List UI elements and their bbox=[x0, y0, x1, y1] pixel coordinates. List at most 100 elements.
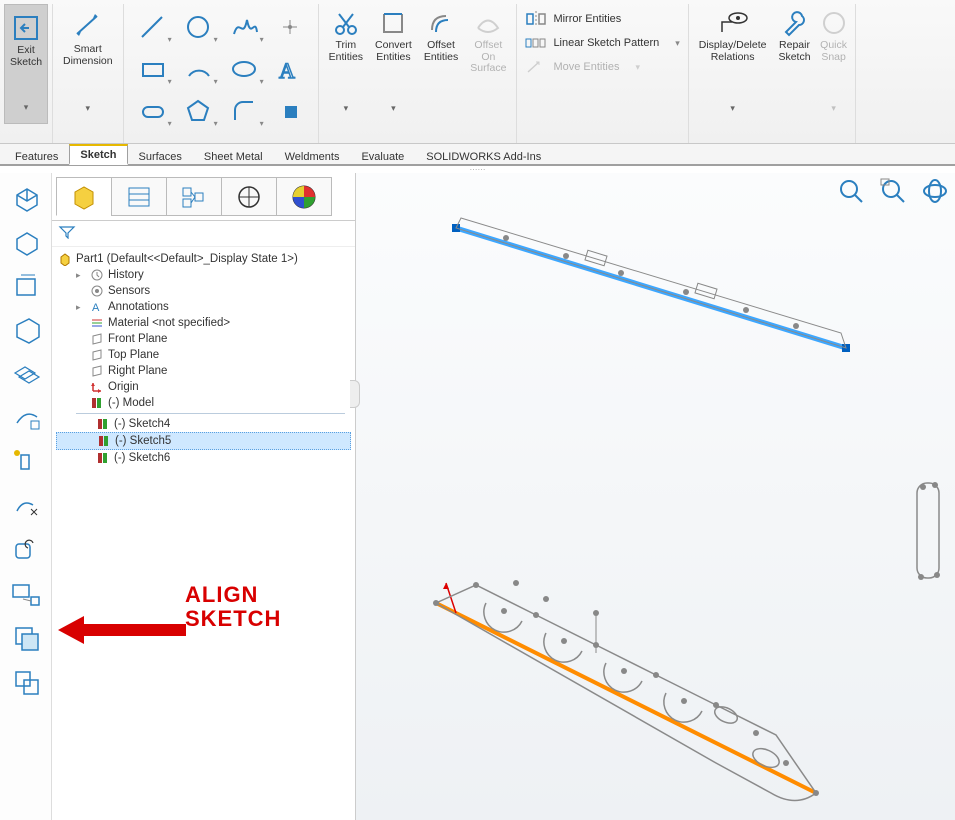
feature-10-button[interactable] bbox=[9, 621, 43, 655]
material-label: Material <not specified> bbox=[108, 317, 230, 329]
property-manager-tab[interactable] bbox=[111, 177, 167, 216]
tree-sketch4[interactable]: (-) Sketch4 bbox=[56, 416, 351, 432]
tree-root[interactable]: Part1 (Default<<Default>_Display State 1… bbox=[56, 251, 351, 267]
convert-entities-button[interactable]: Convert Entities ▾ bbox=[369, 4, 418, 124]
command-tab-bar: Features Sketch Surfaces Sheet Metal Wel… bbox=[0, 144, 955, 166]
feature-4-button[interactable] bbox=[9, 313, 43, 347]
tab-features[interactable]: Features bbox=[4, 147, 69, 165]
sketch-entities-grid: ▾ ▾ ▾ ▾ ▾ ▾ ▾ ▾ ▾ A bbox=[124, 4, 318, 136]
tree-material[interactable]: Material <not specified> bbox=[56, 315, 351, 331]
expander-icon[interactable]: ▸ bbox=[76, 270, 86, 281]
tree-sensors[interactable]: Sensors bbox=[56, 283, 351, 299]
wrench-icon bbox=[780, 8, 810, 38]
trim-entities-button[interactable]: Trim Entities ▾ bbox=[323, 4, 369, 124]
offset-label: Offset Entities bbox=[424, 40, 458, 63]
smart-dimension-icon bbox=[71, 8, 105, 42]
dropdown-caret-icon[interactable]: ▾ bbox=[86, 104, 91, 114]
tree-sketch5[interactable]: (-) Sketch5 bbox=[56, 432, 351, 450]
dropdown-caret-icon[interactable]: ▾ bbox=[24, 103, 29, 113]
revolve-boss-button[interactable] bbox=[9, 225, 43, 259]
view-orientation-icon[interactable] bbox=[921, 177, 949, 205]
linear-pattern-icon bbox=[525, 34, 547, 52]
ellipse-tool[interactable]: ▾ bbox=[222, 50, 266, 88]
annotation-line2: SKETCH bbox=[185, 606, 281, 631]
zoom-area-icon[interactable] bbox=[879, 177, 907, 205]
tree-front-plane[interactable]: Front Plane bbox=[56, 331, 351, 347]
tree-origin[interactable]: Origin bbox=[56, 379, 351, 395]
mirror-icon bbox=[525, 10, 547, 28]
panel-drag-handle[interactable]: ⋯⋯ bbox=[0, 166, 955, 173]
appearance-tab[interactable] bbox=[276, 177, 332, 216]
tree-annotations[interactable]: ▸ A Annotations bbox=[56, 299, 351, 315]
linear-pattern-button[interactable]: Linear Sketch Pattern ▾ bbox=[525, 34, 679, 52]
dimxpert-tab[interactable] bbox=[221, 177, 277, 216]
line-tool[interactable]: ▾ bbox=[130, 8, 174, 46]
plane-icon bbox=[90, 332, 104, 346]
align-sketch-button[interactable] bbox=[9, 577, 43, 611]
move-label: Move Entities bbox=[553, 61, 619, 73]
extrude-boss-button[interactable] bbox=[9, 181, 43, 215]
text-tool[interactable]: A bbox=[268, 50, 312, 88]
config-manager-tab[interactable] bbox=[166, 177, 222, 216]
exit-sketch-button[interactable]: Exit Sketch ▾ bbox=[4, 4, 48, 124]
sketch-top-geometry bbox=[446, 198, 866, 368]
feature-7-button[interactable] bbox=[9, 445, 43, 479]
feature-5-button[interactable] bbox=[9, 357, 43, 391]
sketch-cursor-button[interactable] bbox=[9, 489, 43, 523]
fillet-tool[interactable]: ▾ bbox=[222, 92, 266, 130]
front-label: Front Plane bbox=[108, 333, 167, 345]
graphics-viewport[interactable] bbox=[356, 173, 955, 820]
feature-3-button[interactable] bbox=[9, 269, 43, 303]
arc-tool[interactable]: ▾ bbox=[176, 50, 220, 88]
display-relations-button[interactable]: Display/Delete Relations ▾ bbox=[693, 4, 773, 124]
tab-sketch[interactable]: Sketch bbox=[69, 144, 127, 165]
feature-6-button[interactable] bbox=[9, 401, 43, 435]
sk4-label: (-) Sketch4 bbox=[114, 418, 170, 430]
convert-label: Convert Entities bbox=[375, 40, 412, 63]
snap-icon bbox=[819, 8, 849, 38]
tree-history[interactable]: ▸ History bbox=[56, 267, 351, 283]
tree-sketch6[interactable]: (-) Sketch6 bbox=[56, 450, 351, 466]
plane-tool[interactable] bbox=[268, 92, 312, 130]
repair-sketch-button[interactable]: Repair Sketch bbox=[772, 4, 816, 124]
feature-11-button[interactable] bbox=[9, 665, 43, 699]
circle-tool[interactable]: ▾ bbox=[176, 8, 220, 46]
offset-entities-button[interactable]: Offset Entities bbox=[418, 4, 464, 124]
feature-manager-panel: Part1 (Default<<Default>_Display State 1… bbox=[52, 173, 356, 820]
mirror-entities-button[interactable]: Mirror Entities bbox=[525, 10, 679, 28]
spline-tool[interactable]: ▾ bbox=[222, 8, 266, 46]
tree-model[interactable]: (-) Model bbox=[56, 395, 351, 411]
origin-icon bbox=[90, 380, 104, 394]
tab-surfaces[interactable]: Surfaces bbox=[128, 147, 193, 165]
tab-weldments[interactable]: Weldments bbox=[274, 147, 351, 165]
annotations-label: Annotations bbox=[108, 301, 169, 313]
sk6-label: (-) Sketch6 bbox=[114, 452, 170, 464]
tree-right-plane[interactable]: Right Plane bbox=[56, 363, 351, 379]
mirror-label: Mirror Entities bbox=[553, 13, 621, 25]
feature-tree: Part1 (Default<<Default>_Display State 1… bbox=[52, 247, 355, 470]
tab-addins[interactable]: SOLIDWORKS Add-Ins bbox=[415, 147, 552, 165]
feature-tree-tab[interactable] bbox=[56, 177, 112, 216]
sketch-side-geometry bbox=[909, 473, 949, 593]
sensors-label: Sensors bbox=[108, 285, 150, 297]
eye-perp-icon bbox=[716, 8, 750, 38]
filter-icon[interactable] bbox=[58, 225, 76, 239]
smart-dimension-button[interactable]: Smart Dimension ▾ bbox=[57, 4, 119, 124]
annotation-line1: ALIGN bbox=[185, 582, 258, 607]
tools-button[interactable] bbox=[9, 533, 43, 567]
material-icon bbox=[90, 316, 104, 330]
annotation-arrow bbox=[58, 610, 188, 650]
slot-tool[interactable]: ▾ bbox=[130, 92, 174, 130]
annotation-text: ALIGN SKETCH bbox=[185, 583, 281, 631]
tree-top-plane[interactable]: Top Plane bbox=[56, 347, 351, 363]
polygon-tool[interactable]: ▾ bbox=[176, 92, 220, 130]
tab-sheet-metal[interactable]: Sheet Metal bbox=[193, 147, 274, 165]
sk5-label: (-) Sketch5 bbox=[115, 435, 171, 447]
display-rel-label: Display/Delete Relations bbox=[699, 40, 767, 63]
repair-label: Repair Sketch bbox=[778, 40, 810, 63]
rectangle-tool[interactable]: ▾ bbox=[130, 50, 174, 88]
panel-collapse-nub[interactable] bbox=[350, 380, 360, 408]
plane-icon bbox=[90, 348, 104, 362]
tab-evaluate[interactable]: Evaluate bbox=[350, 147, 415, 165]
point-tool[interactable] bbox=[268, 8, 312, 46]
